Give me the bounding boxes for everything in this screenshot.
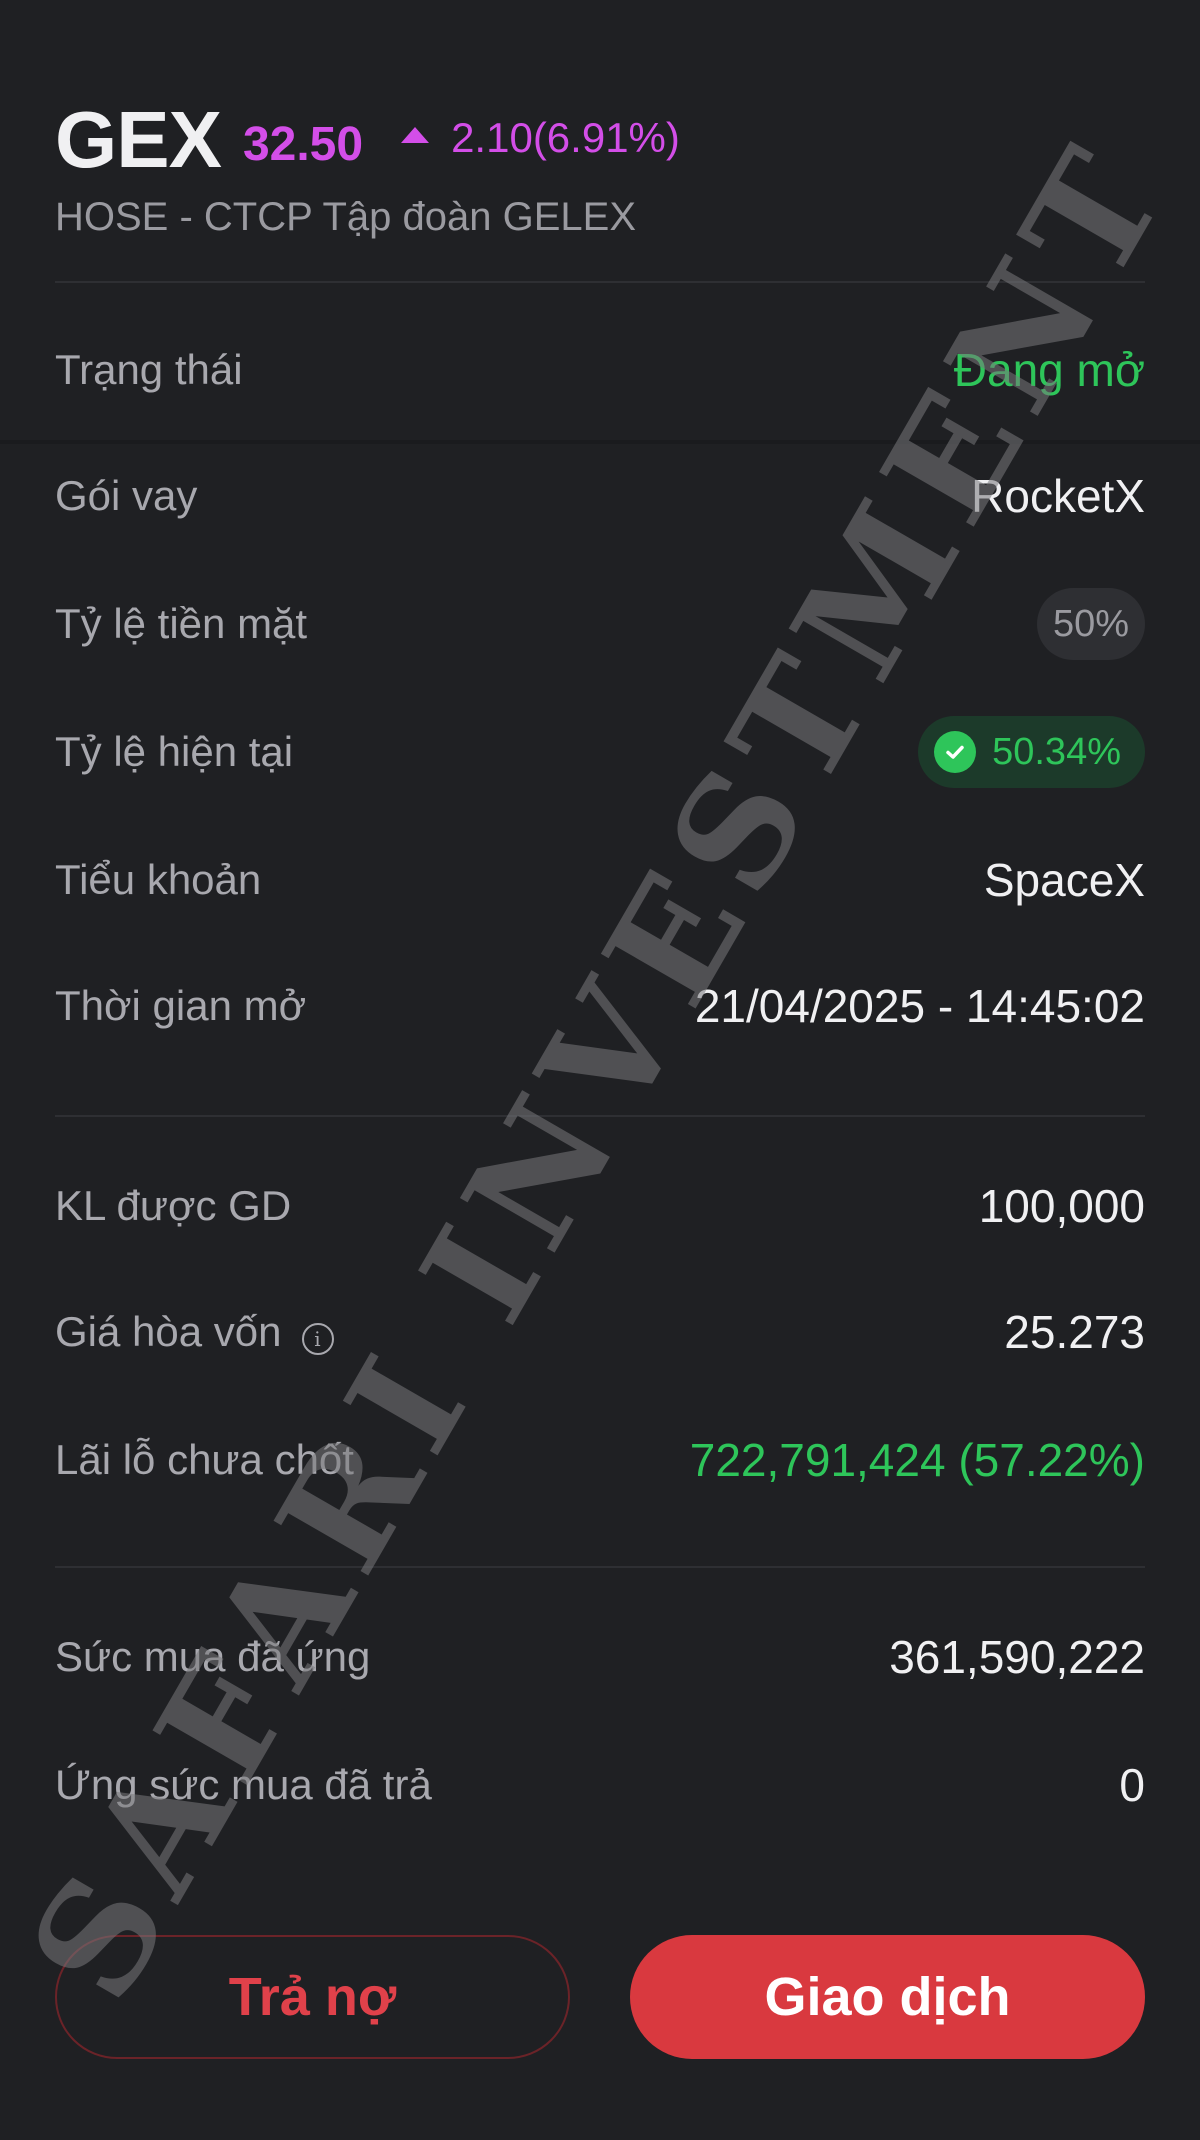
volume-label: KL được GD	[55, 1182, 292, 1229]
advanced-value: 361,590,222	[889, 1631, 1145, 1683]
loan-package-label: Gói vay	[55, 472, 198, 519]
arrow-up-icon	[401, 127, 430, 143]
row-advanced-buying-power: Sức mua đã ứng 361,590,222	[55, 1617, 1145, 1697]
current-ratio-value: 50.34%	[992, 730, 1121, 773]
check-circle-icon	[934, 731, 977, 773]
repaid-label: Ứng sức mua đã trả	[55, 1761, 432, 1808]
repaid-value: 0	[1119, 1759, 1145, 1811]
divider	[55, 1566, 1145, 1568]
row-unrealized-pnl: Lãi lỗ chưa chốt 722,791,424 (57.22%)	[55, 1420, 1145, 1500]
cash-ratio-badge: 50%	[1037, 588, 1145, 660]
row-breakeven: Giá hòa vốn i 25.273	[55, 1292, 1145, 1372]
advanced-label: Sức mua đã ứng	[55, 1633, 371, 1680]
current-ratio-label: Tỷ lệ hiện tại	[55, 728, 294, 775]
subaccount-label: Tiểu khoản	[55, 856, 262, 903]
row-current-ratio: Tỷ lệ hiện tại 50.34%	[55, 712, 1145, 792]
open-time-value: 21/04/2025 - 14:45:02	[694, 980, 1145, 1032]
repay-button[interactable]: Trả nợ	[55, 1935, 570, 2059]
row-subaccount: Tiểu khoản SpaceX	[55, 840, 1145, 920]
row-repaid-buying-power: Ứng sức mua đã trả 0	[55, 1745, 1145, 1825]
divider	[55, 281, 1145, 283]
row-status: Trạng thái Đang mở	[55, 330, 1145, 410]
breakeven-label: Giá hòa vốn	[55, 1308, 282, 1355]
pnl-value: 722,791,424 (57.22%)	[689, 1434, 1145, 1486]
pnl-label: Lãi lỗ chưa chốt	[55, 1436, 354, 1483]
position-detail-panel: GEX 32.50 2.10(6.91%) HOSE - CTCP Tập đo…	[55, 0, 1145, 2140]
status-label: Trạng thái	[55, 346, 243, 393]
ticker-symbol: GEX	[55, 95, 222, 184]
row-loan-package: Gói vay RocketX	[55, 456, 1145, 536]
price-change-value: 2.10(6.91%)	[451, 114, 680, 161]
volume-value: 100,000	[978, 1180, 1145, 1232]
breakeven-label-wrap: Giá hòa vốn i	[55, 1308, 334, 1356]
row-tradable-volume: KL được GD 100,000	[55, 1166, 1145, 1246]
divider	[55, 1115, 1145, 1117]
status-value: Đang mở	[953, 344, 1145, 396]
current-price: 32.50	[242, 117, 364, 171]
open-time-label: Thời gian mở	[55, 982, 307, 1029]
exchange-company-name: HOSE - CTCP Tập đoàn GELEX	[55, 195, 636, 239]
price-change: 2.10(6.91%)	[401, 114, 680, 162]
current-ratio-badge: 50.34%	[918, 716, 1145, 788]
cash-ratio-label: Tỷ lệ tiền mặt	[55, 600, 308, 647]
breakeven-value: 25.273	[1004, 1306, 1145, 1358]
trade-button[interactable]: Giao dịch	[630, 1935, 1145, 2059]
row-open-time: Thời gian mở 21/04/2025 - 14:45:02	[55, 966, 1145, 1046]
stock-header: GEX 32.50 2.10(6.91%)	[55, 95, 680, 185]
subaccount-value: SpaceX	[983, 854, 1145, 906]
row-cash-ratio: Tỷ lệ tiền mặt 50%	[55, 584, 1145, 664]
info-icon[interactable]: i	[301, 1322, 334, 1355]
loan-package-value: RocketX	[971, 470, 1145, 522]
